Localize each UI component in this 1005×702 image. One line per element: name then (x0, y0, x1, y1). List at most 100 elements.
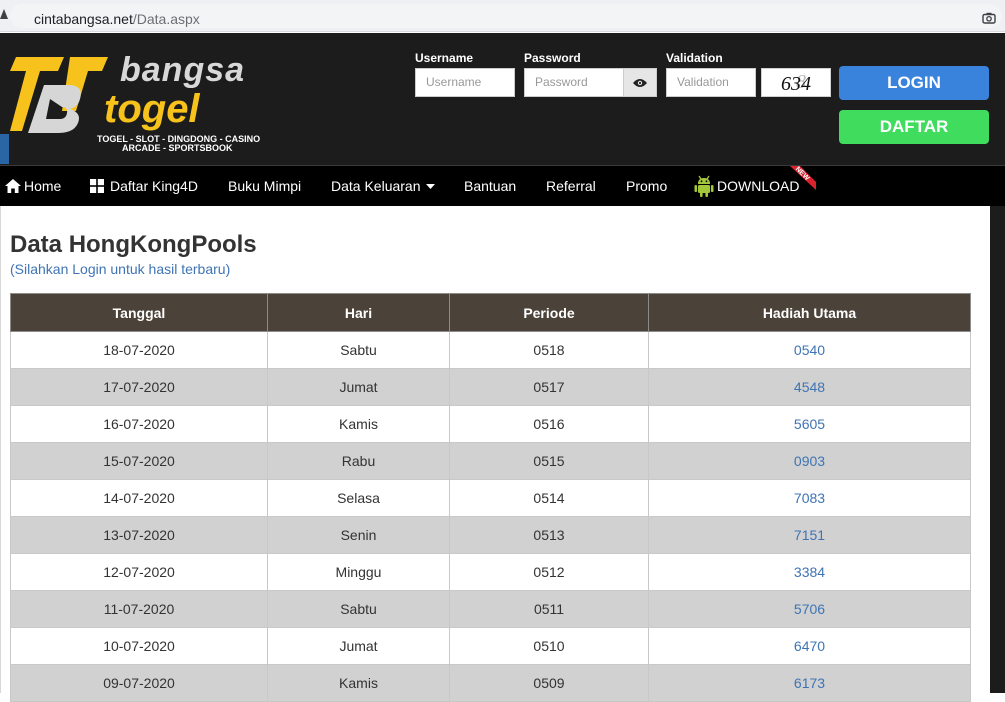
validation-label: Validation (666, 51, 723, 65)
cell-tanggal: 16-07-2020 (10, 405, 268, 443)
nav-item-buku-mimpi[interactable]: Buku Mimpi (228, 166, 301, 206)
cell-hari: Minggu (267, 553, 450, 591)
validation-input[interactable]: Validation (666, 68, 756, 97)
cell-tanggal: 15-07-2020 (10, 442, 268, 480)
cell-tanggal: 11-07-2020 (10, 590, 268, 628)
cell-tanggal: 18-07-2020 (10, 331, 268, 369)
page-subtitle: (Silahkan Login untuk hasil terbaru) (10, 261, 231, 277)
captcha-image: 8 634 (761, 68, 831, 97)
cell-hadiah-utama[interactable]: 5706 (648, 590, 971, 628)
table-row: 16-07-2020 Kamis 0516 5605 (10, 405, 971, 443)
show-password-button[interactable] (623, 68, 657, 97)
nav-label-bantuan: Bantuan (464, 178, 517, 194)
username-label: Username (415, 51, 474, 65)
login-button[interactable]: LOGIN (839, 66, 989, 100)
table-row: 15-07-2020 Rabu 0515 0903 (10, 442, 971, 480)
cell-hadiah-utama[interactable]: 0903 (648, 442, 971, 480)
cell-periode: 0510 (449, 627, 649, 665)
cell-periode: 0511 (449, 590, 649, 628)
logo-word-bangsa: bangsa (120, 51, 246, 89)
url-domain: cintabangsa.net (34, 11, 133, 27)
nav-item-download[interactable]: DOWNLOAD (694, 166, 799, 206)
cell-hadiah-utama[interactable]: 5605 (648, 405, 971, 443)
table-row: 14-07-2020 Selasa 0514 7083 (10, 479, 971, 517)
nav-item-referral[interactable]: Referral (546, 166, 596, 206)
cell-tanggal: 09-07-2020 (10, 664, 268, 702)
eye-icon (633, 78, 647, 87)
cell-hari: Senin (267, 516, 450, 554)
nav-label-data-keluaran: Data Keluaran (331, 178, 421, 194)
cell-hadiah-utama[interactable]: 3384 (648, 553, 971, 591)
cell-hadiah-utama[interactable]: 7151 (648, 516, 971, 554)
cell-tanggal: 13-07-2020 (10, 516, 268, 554)
url-path: /Data.aspx (132, 11, 200, 27)
table-header-row: Tanggal Hari Periode Hadiah Utama (10, 293, 971, 332)
page-scroll-edge (990, 206, 1005, 693)
header-hari: Hari (267, 293, 450, 332)
cell-periode: 0514 (449, 479, 649, 517)
nav-label-download: DOWNLOAD (717, 178, 800, 194)
cell-hari: Sabtu (267, 590, 450, 628)
table-row: 17-07-2020 Jumat 0517 4548 (10, 368, 971, 406)
camera-icon[interactable] (982, 12, 996, 24)
table-row: 09-07-2020 Kamis 0509 6173 (10, 664, 971, 702)
cell-hari: Kamis (267, 405, 450, 443)
table-row: 18-07-2020 Sabtu 0518 0540 (10, 331, 971, 369)
side-tab[interactable] (0, 134, 9, 164)
cell-hari: Selasa (267, 479, 450, 517)
logo-tagline-2: ARCADE - SPORTSBOOK (122, 143, 233, 153)
page-title: Data HongKongPools (10, 231, 257, 258)
nav-label-referral: Referral (546, 178, 596, 194)
cell-periode: 0515 (449, 442, 649, 480)
nav-item-bantuan[interactable]: Bantuan (464, 166, 516, 206)
nav-item-daftar-king4d[interactable]: Daftar King4D (90, 166, 198, 206)
cell-hadiah-utama[interactable]: 0540 (648, 331, 971, 369)
logo-word-togel: togel (104, 87, 200, 131)
table-row: 13-07-2020 Senin 0513 7151 (10, 516, 971, 554)
lock-icon (0, 9, 8, 19)
browser-address-bar: cintabangsa.net/Data.aspx (0, 0, 1005, 32)
header-periode: Periode (449, 293, 649, 332)
nav-label-buku-mimpi: Buku Mimpi (228, 178, 302, 194)
header-hadiah-utama: Hadiah Utama (648, 293, 971, 332)
nav-item-promo[interactable]: Promo (626, 166, 667, 206)
cell-periode: 0513 (449, 516, 649, 554)
nav-label-promo: Promo (626, 178, 668, 194)
cell-periode: 0512 (449, 553, 649, 591)
windows-icon (90, 179, 104, 193)
cell-hadiah-utama[interactable]: 6470 (648, 627, 971, 665)
nav-label-daftar-king4d: Daftar King4D (110, 178, 198, 194)
username-input[interactable]: Username (415, 68, 515, 97)
captcha-text: 634 (781, 73, 811, 95)
table-row: 10-07-2020 Jumat 0510 6470 (10, 627, 971, 665)
url-text[interactable]: cintabangsa.net/Data.aspx (34, 11, 200, 27)
cell-hari: Kamis (267, 664, 450, 702)
cell-tanggal: 14-07-2020 (10, 479, 268, 517)
cell-hari: Rabu (267, 442, 450, 480)
cell-tanggal: 12-07-2020 (10, 553, 268, 591)
android-icon (694, 175, 714, 197)
cell-periode: 0509 (449, 664, 649, 702)
cell-hadiah-utama[interactable]: 6173 (648, 664, 971, 702)
cell-hadiah-utama[interactable]: 7083 (648, 479, 971, 517)
main-nav: Home Daftar King4D Buku Mimpi Data Kelua… (0, 165, 1005, 206)
results-table: Tanggal Hari Periode Hadiah Utama 18-07-… (10, 293, 971, 702)
password-input[interactable]: Password (524, 68, 624, 97)
cell-periode: 0516 (449, 405, 649, 443)
url-field[interactable]: cintabangsa.net/Data.aspx (10, 4, 1002, 28)
cell-tanggal: 17-07-2020 (10, 368, 268, 406)
header-tanggal: Tanggal (10, 293, 268, 332)
table-row: 12-07-2020 Minggu 0512 3384 (10, 553, 971, 591)
new-badge: NEW (790, 166, 816, 190)
cell-hari: Jumat (267, 368, 450, 406)
cell-hadiah-utama[interactable]: 4548 (648, 368, 971, 406)
nav-item-home[interactable]: Home (5, 166, 61, 206)
nav-item-data-keluaran[interactable]: Data Keluaran (331, 166, 435, 206)
nav-label-home: Home (24, 178, 62, 194)
daftar-button[interactable]: DAFTAR (839, 110, 989, 144)
cell-hari: Sabtu (267, 331, 450, 369)
cell-periode: 0517 (449, 368, 649, 406)
cell-hari: Jumat (267, 627, 450, 665)
site-header: bangsa togel TOGEL - SLOT - DINGDONG - C… (0, 33, 1005, 165)
bt-logo-icon[interactable] (10, 55, 110, 135)
